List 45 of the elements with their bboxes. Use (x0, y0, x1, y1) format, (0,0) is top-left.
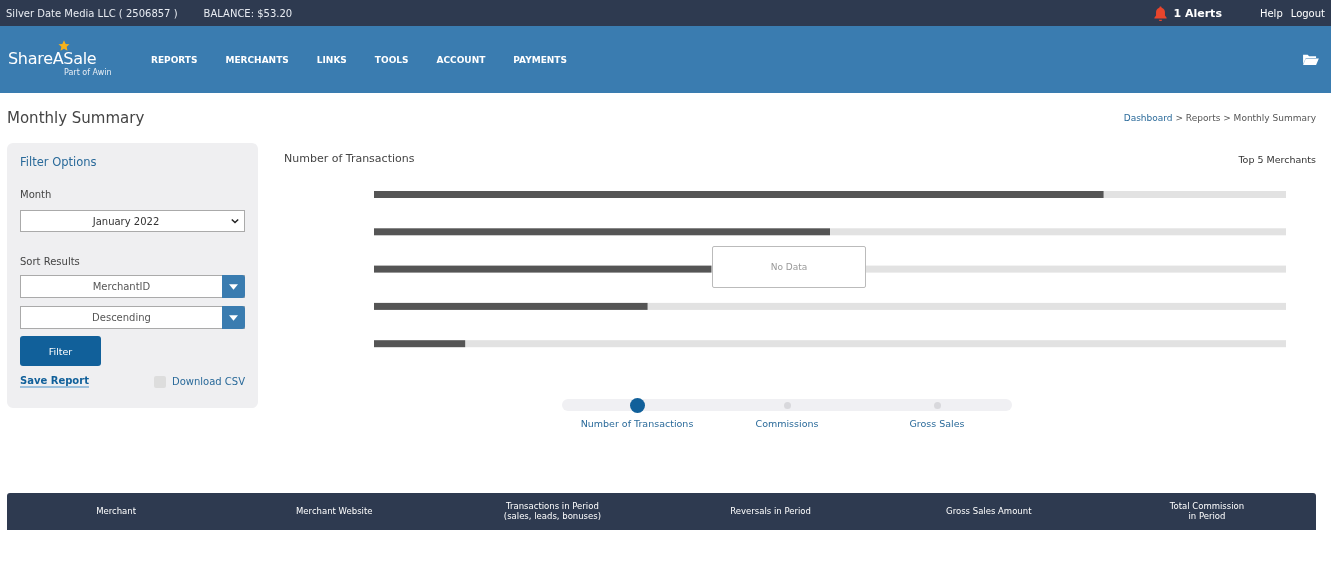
nav-item[interactable]: LINKS (316, 54, 347, 65)
nav-item[interactable]: ACCOUNT (436, 54, 486, 65)
logo[interactable]: ShareASale (8, 48, 97, 68)
account-name: Silver Date Media LLC ( 2506857 ) (6, 7, 178, 19)
panel-title: Filter Options (20, 155, 98, 169)
field-label: Sort Results (20, 256, 81, 267)
caret-icon (229, 283, 238, 290)
balance: BALANCE: $53.20 (203, 7, 293, 19)
column-header[interactable]: Gross Sales Amount (879, 506, 1098, 517)
field-label: Month (20, 189, 53, 200)
nav-item[interactable]: PAYMENTS (513, 54, 567, 65)
page-title: Monthly Summary (7, 109, 145, 127)
sort-dropdown[interactable]: MerchantID (20, 275, 245, 298)
column-header[interactable]: Merchant Website (225, 506, 444, 517)
alerts-link[interactable]: 1 Alerts (1173, 6, 1222, 20)
top-link[interactable]: Help (1259, 7, 1283, 19)
caret-icon (229, 314, 238, 321)
bell-icon[interactable] (1154, 5, 1168, 21)
column-header[interactable]: Total Commission in Period (1097, 501, 1317, 522)
column-header[interactable]: Transactions in Period (sales, leads, bonuses) (443, 501, 662, 522)
breadcrumb-path: > Reports > Monthly Summary (1174, 113, 1316, 123)
folder-icon[interactable] (1302, 53, 1319, 66)
star-icon (58, 39, 70, 52)
column-header[interactable]: Reversals in Period (661, 506, 880, 517)
breadcrumb-link[interactable]: Dashboard (1123, 113, 1173, 123)
chart-subtitle: Top 5 Merchants (1238, 154, 1316, 165)
filter-button[interactable]: Filter (20, 336, 101, 366)
save-report-link[interactable]: Save Report (20, 375, 89, 388)
metric-tab[interactable]: Number of Transactions (580, 417, 694, 429)
no-data-tooltip: No Data (712, 246, 866, 288)
metric-tab[interactable]: Commissions (755, 417, 819, 429)
metric-tab[interactable]: Gross Sales (909, 417, 965, 429)
logo-tagline: Part of Awin (64, 67, 112, 77)
column-header[interactable]: Merchant (7, 506, 226, 517)
nav-item[interactable]: MERCHANTS (225, 54, 289, 65)
checkbox-label[interactable]: Download CSV (171, 376, 245, 387)
order-dropdown[interactable]: Descending (20, 306, 245, 329)
top-link[interactable]: Logout (1290, 7, 1325, 19)
chart-title: Number of Transactions (284, 151, 415, 165)
tab-dot[interactable] (783, 401, 791, 409)
nav-item[interactable]: REPORTS (151, 54, 198, 65)
month-dropdown[interactable]: January 2022 (20, 210, 245, 232)
chevron-icon (231, 218, 239, 224)
tab-dot[interactable] (933, 401, 941, 409)
nav-item[interactable]: TOOLS (374, 54, 409, 65)
